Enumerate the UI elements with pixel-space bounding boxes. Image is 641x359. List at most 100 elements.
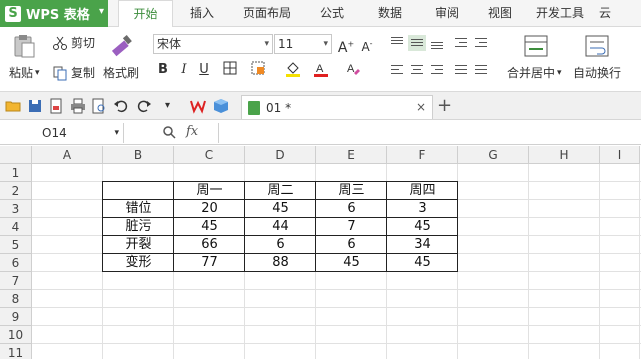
table-cell[interactable]: 88 (245, 254, 316, 272)
paste-icon[interactable] (11, 33, 37, 59)
select-all-corner[interactable] (0, 146, 32, 164)
wrap-text-button[interactable]: 自动换行 (573, 64, 621, 81)
tab-developer[interactable]: 开发工具 (525, 0, 595, 27)
open-folder-icon[interactable] (5, 98, 21, 114)
merge-center-icon[interactable] (523, 33, 549, 59)
table-header-cell[interactable]: 周一 (174, 182, 245, 200)
distribute-button[interactable] (472, 63, 490, 79)
tab-page-layout[interactable]: 页面布局 (231, 0, 303, 27)
tab-data[interactable]: 数据 (361, 0, 419, 27)
tab-home[interactable]: 开始 (118, 0, 173, 28)
app-menu-button[interactable]: S WPS 表格 ▾ (0, 0, 108, 27)
table-cell[interactable]: 3 (387, 200, 458, 218)
name-box[interactable]: O14 ▾ (0, 123, 124, 143)
increase-indent-button[interactable] (472, 35, 490, 51)
undo-icon[interactable] (113, 98, 129, 114)
underline-button[interactable]: U (195, 61, 213, 79)
row-header[interactable]: 9 (0, 308, 32, 326)
print-icon[interactable] (70, 98, 86, 114)
font-name-select[interactable]: 宋体 ▾ (153, 34, 273, 54)
paste-button[interactable]: 粘贴 ▾ (9, 64, 40, 81)
table-cell[interactable]: 变形 (103, 254, 174, 272)
shrink-font-button[interactable]: A- (358, 35, 376, 54)
close-icon[interactable]: × (416, 100, 426, 114)
column-header[interactable]: E (316, 146, 387, 164)
font-size-select[interactable]: 11 ▾ (274, 34, 332, 54)
bold-button[interactable]: B (154, 61, 172, 79)
table-cell[interactable]: 77 (174, 254, 245, 272)
align-right-button[interactable] (428, 63, 446, 79)
table-cell[interactable]: 45 (387, 218, 458, 236)
redo-icon[interactable] (136, 98, 152, 114)
tab-view[interactable]: 视图 (475, 0, 525, 27)
row-header[interactable]: 6 (0, 254, 32, 272)
format-painter-icon[interactable] (108, 33, 134, 59)
merge-center-button[interactable]: 合并居中 ▾ (507, 64, 562, 81)
table-cell[interactable]: 7 (316, 218, 387, 236)
save-icon[interactable] (27, 98, 43, 114)
row-header[interactable]: 7 (0, 272, 32, 290)
column-header[interactable]: D (245, 146, 316, 164)
tab-review[interactable]: 审阅 (419, 0, 475, 27)
table-header-cell[interactable] (103, 182, 174, 200)
copy-button[interactable]: 复制 (52, 64, 95, 81)
table-cell[interactable]: 45 (245, 200, 316, 218)
align-middle-button[interactable] (408, 35, 426, 51)
row-header[interactable]: 8 (0, 290, 32, 308)
row-header[interactable]: 11 (0, 344, 32, 359)
row-header[interactable]: 5 (0, 236, 32, 254)
cut-button[interactable]: 剪切 (52, 34, 95, 51)
cube-icon[interactable] (213, 98, 229, 114)
align-center-button[interactable] (408, 63, 426, 79)
tab-insert[interactable]: 插入 (173, 0, 231, 27)
formula-input[interactable] (218, 123, 641, 143)
format-painter-button[interactable]: 格式刷 (103, 64, 139, 81)
export-pdf-icon[interactable] (48, 98, 64, 114)
table-cell[interactable]: 20 (174, 200, 245, 218)
align-left-button[interactable] (388, 63, 406, 79)
row-header[interactable]: 2 (0, 182, 32, 200)
row-header[interactable]: 1 (0, 164, 32, 182)
table-cell[interactable]: 6 (316, 236, 387, 254)
table-cell[interactable]: 45 (387, 254, 458, 272)
align-bottom-button[interactable] (428, 35, 446, 51)
table-cell[interactable]: 开裂 (103, 236, 174, 254)
table-cell[interactable]: 错位 (103, 200, 174, 218)
spreadsheet-grid[interactable]: A B C D E F G H I 1 2 3 4 5 6 7 8 9 10 11 周一 周二 周三 周四 错位 20 45 6 3 脏污… (0, 146, 641, 359)
wps-w-logo-icon[interactable] (190, 98, 206, 114)
row-header[interactable]: 4 (0, 218, 32, 236)
table-cell[interactable]: 44 (245, 218, 316, 236)
table-cell[interactable]: 66 (174, 236, 245, 254)
wrap-text-icon[interactable] (584, 33, 610, 59)
customize-toolbar-icon[interactable]: ▾ (165, 98, 181, 114)
table-header-cell[interactable]: 周四 (387, 182, 458, 200)
italic-button[interactable]: I (175, 61, 193, 79)
column-header[interactable]: A (32, 146, 103, 164)
grow-font-button[interactable]: A+ (337, 35, 355, 56)
column-header[interactable]: C (174, 146, 245, 164)
row-header[interactable]: 3 (0, 200, 32, 218)
column-header[interactable]: F (387, 146, 458, 164)
table-header-cell[interactable]: 周二 (245, 182, 316, 200)
fill-color-button[interactable] (284, 61, 302, 79)
borders-button[interactable] (221, 61, 239, 79)
column-header[interactable]: B (103, 146, 174, 164)
decrease-indent-button[interactable] (452, 35, 470, 51)
clear-format-button[interactable]: A (344, 61, 362, 79)
column-header[interactable]: I (600, 146, 640, 164)
table-cell[interactable]: 脏污 (103, 218, 174, 236)
table-cell[interactable]: 45 (316, 254, 387, 272)
table-header-cell[interactable]: 周三 (316, 182, 387, 200)
column-header[interactable]: G (458, 146, 529, 164)
tab-formulas[interactable]: 公式 (303, 0, 361, 27)
zoom-icon[interactable] (162, 125, 176, 143)
insert-function-button[interactable]: fx (186, 124, 198, 139)
print-preview-icon[interactable] (91, 98, 107, 114)
justify-button[interactable] (452, 63, 470, 79)
new-tab-button[interactable]: + (437, 95, 452, 116)
tab-cloud[interactable]: 云 (595, 0, 615, 27)
column-header[interactable]: H (529, 146, 600, 164)
font-color-button[interactable]: A (312, 61, 330, 79)
document-tab[interactable]: 01 * × (241, 95, 433, 119)
align-top-button[interactable] (388, 35, 406, 51)
